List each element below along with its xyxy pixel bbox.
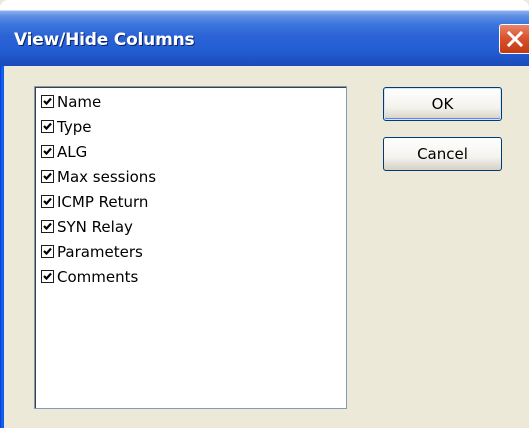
close-icon: [506, 30, 523, 48]
column-item-label: ALG: [57, 142, 88, 161]
column-item-icmp-return[interactable]: ICMP Return: [41, 189, 148, 214]
view-hide-columns-dialog: View/Hide Columns Name Type ALG Max sess…: [0, 0, 529, 428]
checkmark-icon: [43, 272, 52, 281]
column-item-parameters[interactable]: Parameters: [41, 239, 143, 264]
column-item-label: Name: [57, 92, 102, 111]
checkmark-icon: [43, 247, 52, 256]
checkbox[interactable]: [41, 95, 54, 108]
window-title: View/Hide Columns: [14, 30, 195, 50]
checkmark-icon: [43, 122, 52, 131]
checkmark-icon: [43, 97, 52, 106]
close-button[interactable]: [499, 24, 529, 54]
column-item-label: ICMP Return: [57, 192, 149, 211]
checkmark-icon: [43, 197, 52, 206]
checkmark-icon: [43, 172, 52, 181]
cancel-button[interactable]: Cancel: [383, 137, 502, 171]
column-item-alg[interactable]: ALG: [41, 139, 87, 164]
checkbox[interactable]: [41, 120, 54, 133]
checkbox[interactable]: [41, 245, 54, 258]
column-item-syn-relay[interactable]: SYN Relay: [41, 214, 133, 239]
checkmark-icon: [43, 147, 52, 156]
column-item-label: Type: [57, 117, 92, 136]
checkbox[interactable]: [41, 270, 54, 283]
columns-listbox[interactable]: Name Type ALG Max sessions ICMP Return S…: [34, 86, 347, 409]
checkmark-icon: [43, 222, 52, 231]
column-item-type[interactable]: Type: [41, 114, 91, 139]
title-bar[interactable]: View/Hide Columns: [0, 0, 529, 66]
column-item-label: Max sessions: [57, 167, 157, 186]
ok-button[interactable]: OK: [383, 87, 502, 121]
column-item-comments[interactable]: Comments: [41, 264, 138, 289]
checkbox[interactable]: [41, 220, 54, 233]
column-item-name[interactable]: Name: [41, 89, 101, 114]
checkbox[interactable]: [41, 170, 54, 183]
column-item-label: SYN Relay: [57, 217, 133, 236]
checkbox[interactable]: [41, 195, 54, 208]
column-item-label: Parameters: [57, 242, 143, 261]
window-frame-left: [0, 66, 4, 428]
column-item-label: Comments: [57, 267, 139, 286]
checkbox[interactable]: [41, 145, 54, 158]
column-item-max-sessions[interactable]: Max sessions: [41, 164, 156, 189]
